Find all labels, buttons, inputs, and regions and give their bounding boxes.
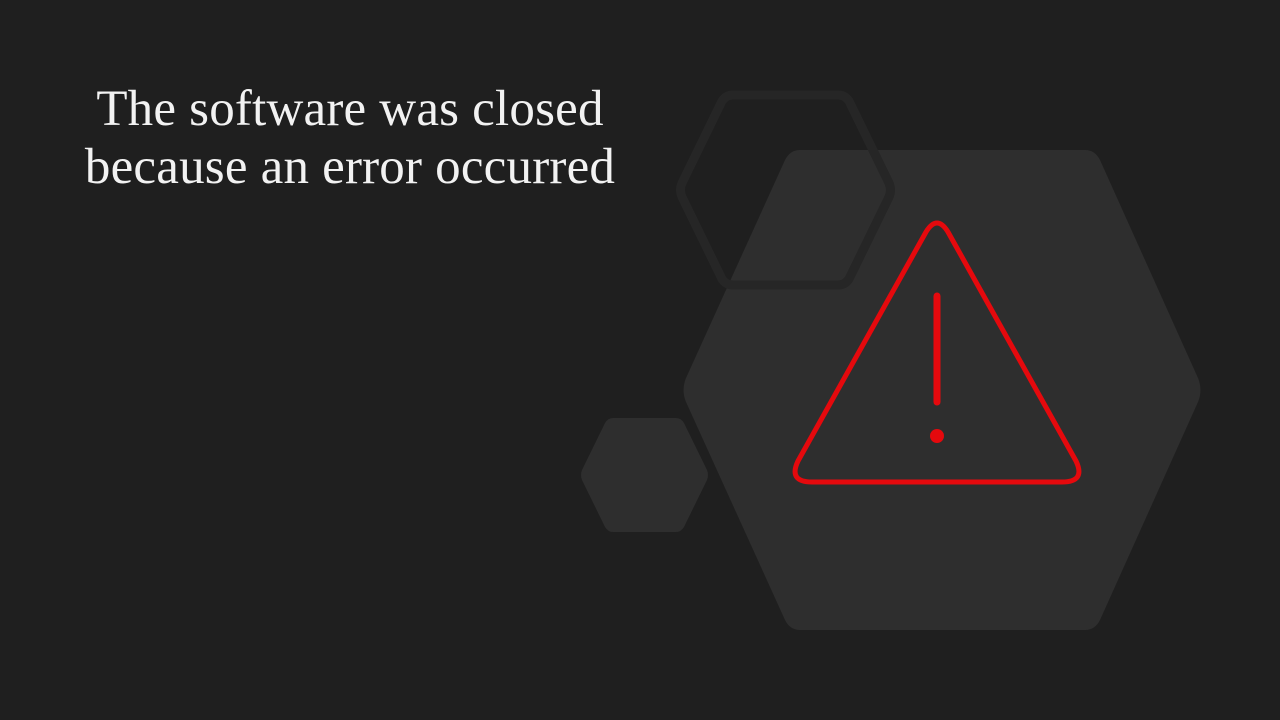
error-screen: The software was closed because an error… (0, 0, 1280, 720)
small-hexagon (581, 418, 708, 532)
error-message-line-1: The software was closed (96, 81, 604, 137)
error-message: The software was closed because an error… (40, 80, 660, 196)
error-message-line-2: because an error occurred (84, 139, 616, 195)
